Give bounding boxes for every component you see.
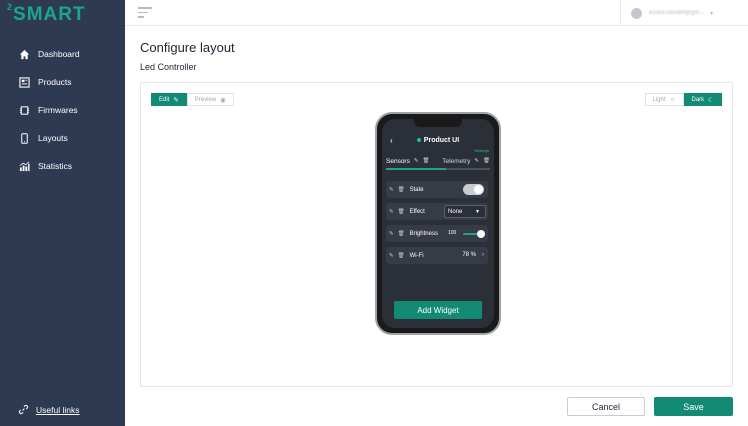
useful-links-label: Useful links bbox=[36, 405, 80, 415]
widget-wifi: ✎ 🗑︎ Wi-Fi 78 % › bbox=[386, 247, 488, 264]
page-title: Configure layout bbox=[140, 40, 235, 55]
top-bar: kostia.osmart@gm... ▾ bbox=[125, 0, 748, 26]
user-email: kostia.osmart@gm... bbox=[649, 10, 705, 16]
app-title: Product UI bbox=[423, 136, 460, 144]
user-menu[interactable]: kostia.osmart@gm... ▾ bbox=[620, 0, 748, 26]
phone-icon bbox=[18, 132, 30, 144]
save-button[interactable]: Save bbox=[654, 397, 733, 416]
light-theme-button[interactable]: Light ☼ bbox=[644, 93, 684, 106]
trash-icon[interactable]: 🗑︎ bbox=[483, 158, 490, 164]
sidebar-item-label: Products bbox=[38, 77, 72, 87]
phone-notch bbox=[414, 119, 462, 127]
trash-icon[interactable]: 🗑︎ bbox=[398, 187, 405, 193]
sidebar-item-dashboard[interactable]: Dashboard bbox=[0, 40, 125, 68]
logo[interactable]: 2SMART bbox=[7, 1, 86, 26]
effect-select-value: None bbox=[448, 208, 463, 215]
chevron-right-icon[interactable]: › bbox=[482, 251, 484, 258]
preview-mode-label: Preview bbox=[194, 96, 217, 103]
wifi-value: 78 % bbox=[462, 252, 476, 258]
sidebar: 2SMART Dashboard Products Firmwares Layo… bbox=[0, 0, 125, 426]
cancel-button[interactable]: Cancel bbox=[567, 397, 645, 416]
state-toggle[interactable] bbox=[463, 184, 484, 195]
widget-label: State bbox=[409, 186, 424, 193]
brightness-value: 100 bbox=[448, 230, 457, 236]
widget-effect: ✎ 🗑︎ Effect None ▼ bbox=[386, 203, 488, 220]
sidebar-item-statistics[interactable]: Statistics bbox=[0, 152, 125, 180]
menu-toggle-icon[interactable] bbox=[138, 7, 152, 19]
pencil-icon[interactable]: ✎ bbox=[414, 158, 419, 164]
light-theme-label: Light bbox=[652, 96, 666, 103]
pencil-icon[interactable]: ✎ bbox=[389, 231, 394, 237]
pencil-icon[interactable]: ✎ bbox=[389, 209, 394, 215]
widget-label: Effect bbox=[409, 208, 425, 215]
brightness-slider[interactable] bbox=[463, 230, 485, 238]
statistics-icon bbox=[18, 160, 30, 172]
tab-telemetry[interactable]: Telemetry ✎ 🗑︎ bbox=[442, 158, 490, 165]
effect-select[interactable]: None ▼ bbox=[444, 205, 486, 218]
sidebar-item-firmwares[interactable]: Firmwares bbox=[0, 96, 125, 124]
dark-theme-button[interactable]: Dark ☾ bbox=[683, 93, 722, 106]
phone-tabs: Sensors ✎ 🗑︎ Telemetry ✎ 🗑︎ bbox=[386, 155, 490, 167]
trash-icon[interactable]: 🗑︎ bbox=[398, 209, 405, 215]
back-arrow-icon[interactable]: ‹ bbox=[390, 136, 393, 145]
widget-label: Wi-Fi bbox=[409, 252, 424, 259]
page-subtitle: Led Controller bbox=[140, 62, 197, 72]
sidebar-item-label: Layouts bbox=[38, 133, 68, 143]
app-header: ‹ Product UI bbox=[382, 133, 494, 147]
pencil-icon[interactable]: ✎ bbox=[389, 253, 394, 259]
add-widget-button[interactable]: Add Widget bbox=[394, 301, 482, 319]
theme-switch: Light ☼ Dark ☾ bbox=[644, 93, 722, 106]
widget-brightness: ✎ 🗑︎ Brightness 100 bbox=[386, 225, 488, 242]
widget-label: Brightness bbox=[409, 230, 438, 237]
edit-mode-label: Edit bbox=[159, 96, 170, 103]
sidebar-item-products[interactable]: Products bbox=[0, 68, 125, 96]
phone-preview: ‹ Product UI Settings Sensors ✎ 🗑︎ Telem… bbox=[375, 112, 501, 335]
sidebar-item-layouts[interactable]: Layouts bbox=[0, 124, 125, 152]
firmware-icon bbox=[18, 104, 30, 116]
pencil-icon[interactable]: ✎ bbox=[389, 187, 394, 193]
sidebar-item-label: Firmwares bbox=[38, 105, 78, 115]
sidebar-nav: Dashboard Products Firmwares Layouts Sta… bbox=[0, 40, 125, 180]
pencil-icon: ✎ bbox=[173, 96, 179, 104]
tab-sensors[interactable]: Sensors ✎ 🗑︎ bbox=[386, 158, 429, 165]
trash-icon[interactable]: 🗑︎ bbox=[398, 231, 405, 237]
edit-preview-switch: Edit ✎ Preview ◉ bbox=[151, 93, 234, 106]
sidebar-item-label: Dashboard bbox=[38, 49, 80, 59]
dark-theme-label: Dark bbox=[691, 96, 705, 103]
trash-icon[interactable]: 🗑︎ bbox=[422, 158, 429, 164]
status-dot-icon bbox=[416, 138, 421, 142]
trash-icon[interactable]: 🗑︎ bbox=[398, 253, 405, 259]
preview-mode-button[interactable]: Preview ◉ bbox=[186, 93, 234, 106]
avatar-icon bbox=[631, 7, 642, 19]
home-icon bbox=[18, 48, 30, 60]
phone-screen: ‹ Product UI Settings Sensors ✎ 🗑︎ Telem… bbox=[382, 119, 494, 328]
products-icon bbox=[18, 76, 30, 88]
chevron-down-icon: ▾ bbox=[710, 10, 714, 17]
edit-mode-button[interactable]: Edit ✎ bbox=[151, 93, 187, 106]
chevron-down-icon: ▼ bbox=[475, 209, 480, 215]
logo-superscript: 2 bbox=[7, 1, 14, 12]
pencil-icon[interactable]: ✎ bbox=[474, 158, 479, 164]
settings-link[interactable]: Settings bbox=[475, 148, 489, 153]
tab-sensors-label: Sensors bbox=[386, 157, 410, 165]
eye-icon: ◉ bbox=[220, 96, 226, 104]
sun-icon: ☼ bbox=[669, 96, 676, 103]
useful-links[interactable]: Useful links bbox=[18, 404, 79, 416]
tab-telemetry-label: Telemetry bbox=[442, 157, 471, 165]
tab-indicator bbox=[386, 168, 490, 170]
logo-text: SMART bbox=[13, 4, 86, 25]
moon-icon: ☾ bbox=[708, 96, 714, 104]
link-icon bbox=[18, 404, 30, 416]
widget-state: ✎ 🗑︎ State bbox=[386, 181, 488, 198]
sidebar-item-label: Statistics bbox=[38, 161, 73, 171]
layout-canvas: Edit ✎ Preview ◉ Light ☼ Dark ☾ ‹ Product UI… bbox=[140, 82, 733, 387]
